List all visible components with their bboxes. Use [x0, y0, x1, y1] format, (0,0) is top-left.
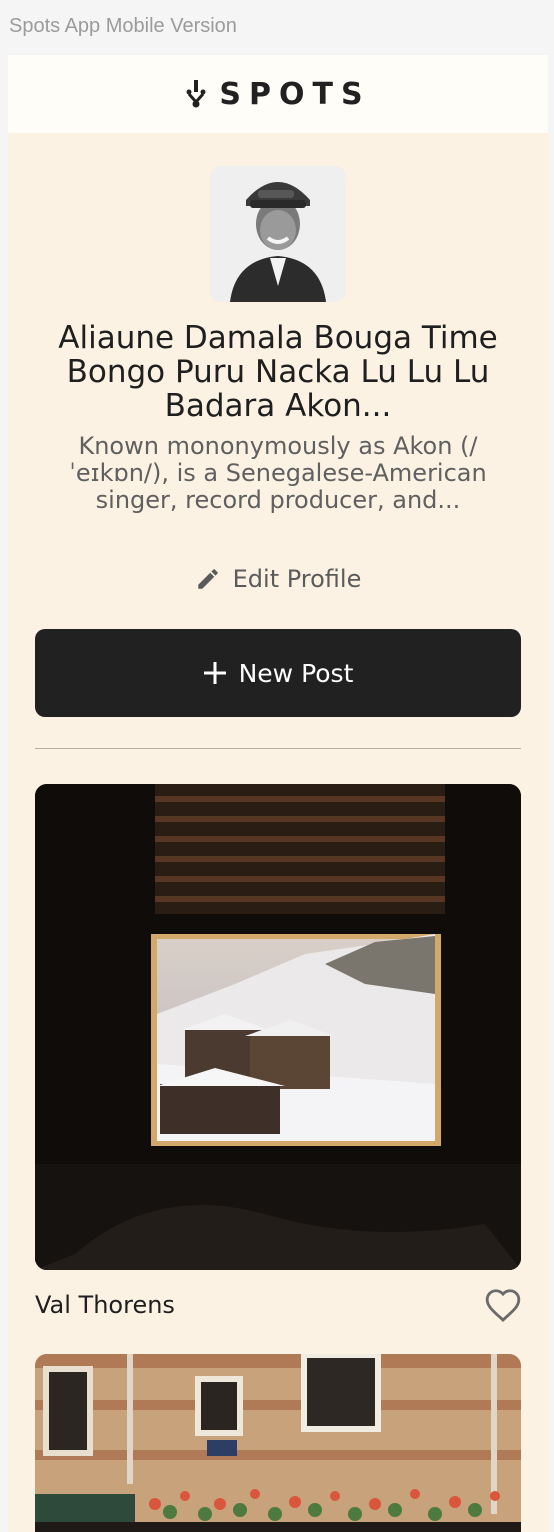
post-image[interactable]	[35, 1354, 521, 1532]
spots-logo-icon	[186, 80, 206, 108]
edit-profile-label: Edit Profile	[232, 565, 362, 593]
new-post-button[interactable]: New Post	[35, 629, 521, 717]
edit-profile-button[interactable]: Edit Profile	[8, 565, 548, 593]
profile-bio: Known mononymously as Akon (/ˈeɪkɒn/), i…	[69, 432, 487, 514]
divider	[35, 748, 521, 749]
app-screen: SPOTS Aliaune Damala Bouga Time Bongo Pu…	[8, 55, 548, 1532]
heart-outline-icon[interactable]	[484, 1287, 522, 1323]
plus-icon	[203, 662, 226, 684]
pencil-icon	[197, 569, 218, 589]
post-title: Val Thorens	[35, 1291, 175, 1319]
post-image[interactable]	[35, 784, 521, 1270]
frame-label: Spots App Mobile Version	[9, 15, 237, 37]
avatar	[210, 166, 346, 302]
logo-text: SPOTS	[219, 76, 371, 112]
profile-name: Aliaune Damala Bouga Time Bongo Puru Nac…	[58, 320, 498, 424]
app-header: SPOTS	[8, 55, 548, 133]
new-post-label: New Post	[238, 658, 354, 688]
